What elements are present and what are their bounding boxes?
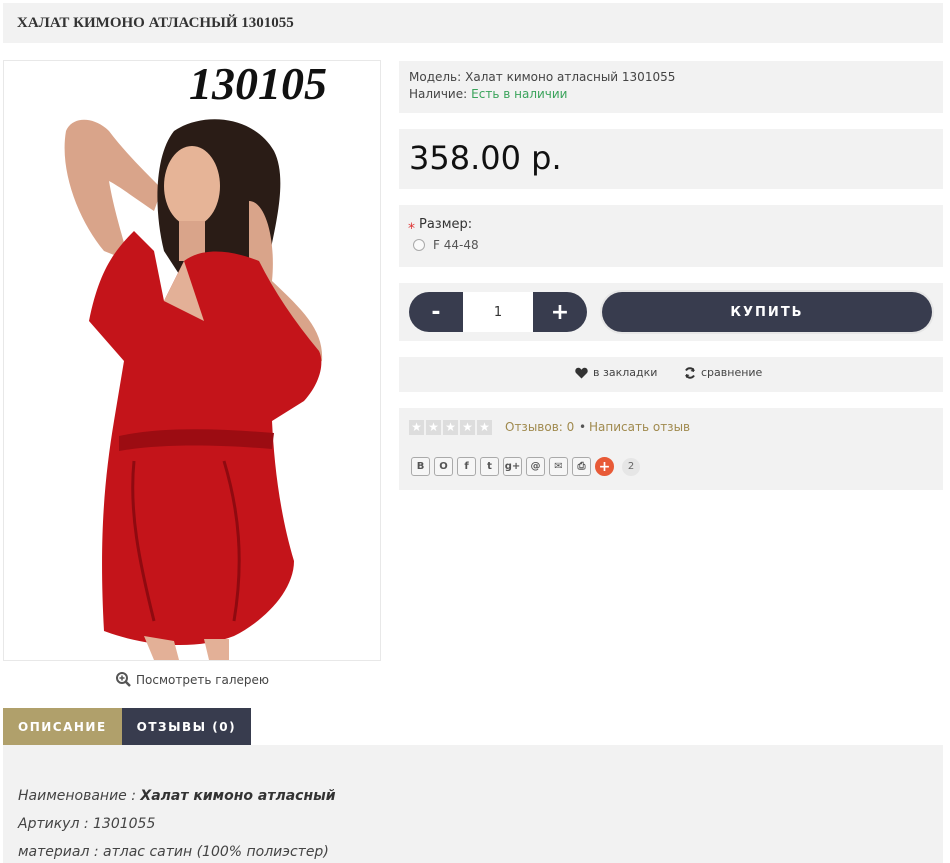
size-option-label: F 44-48 [433,238,479,252]
star-icon: ★ [426,420,441,435]
refresh-icon [685,366,695,379]
reviews-count-link[interactable]: Отзывов: 0 [505,420,574,434]
description-name-value: Халат кимоно атласный [140,788,336,804]
gallery-link[interactable]: Посмотреть галерею [116,672,269,687]
size-radio[interactable] [413,239,425,251]
write-review-link[interactable]: Написать отзыв [589,420,690,434]
product-image[interactable]: 130105 [3,60,381,661]
stock-label: Наличие: [409,87,468,101]
description-panel: Наименование : Халат кимоно атласный Арт… [3,745,943,863]
reviews-separator: • [579,420,587,434]
more-share-icon[interactable]: + [595,457,614,476]
size-option[interactable]: F 44-48 [413,238,479,252]
twitter-share-icon[interactable]: t [480,457,499,476]
image-caption: 130105 [189,61,327,109]
compare-label: сравнение [701,366,763,379]
star-icon: ★ [409,420,424,435]
quantity-decrease-button[interactable]: - [409,292,463,332]
price-box: 358.00 р. [399,129,943,189]
product-info: Модель: Халат кимоно атласный 1301055 Нал… [399,61,943,113]
page-title: ХАЛАТ КИМОНО АТЛАСНЫЙ 1301055 [17,15,294,31]
add-to-compare[interactable]: сравнение [684,366,762,379]
star-icon: ★ [477,420,492,435]
model-label: Модель: [409,70,462,84]
heart-icon [575,367,588,378]
facebook-share-icon[interactable]: f [457,457,476,476]
zoom-icon [116,672,131,687]
wishlist-compare-bar: в закладки сравнение [399,357,943,392]
buy-box: - + КУПИТЬ [399,283,943,341]
star-icon: ★ [460,420,475,435]
odnoklassniki-share-icon[interactable]: О [434,457,453,476]
stock-row: Наличие: Есть в наличии [409,86,933,103]
share-buttons: В О f t g+ @ ✉ ⎙ + 2 [411,457,640,476]
mail-ru-share-icon[interactable]: @ [526,457,545,476]
model-value: Халат кимоно атласный 1301055 [465,70,676,84]
description-name-line: Наименование : Халат кимоно атласный [18,788,336,804]
add-to-bookmarks[interactable]: в закладки [575,366,657,379]
product-photo-illustration: 130105 [4,61,380,660]
google-plus-share-icon[interactable]: g+ [503,457,522,476]
tab-reviews[interactable]: ОТЗЫВЫ (0) [121,708,252,745]
description-name-label: Наименование : [18,788,141,804]
vk-share-icon[interactable]: В [411,457,430,476]
stock-status: Есть в наличии [471,87,568,101]
quantity-increase-button[interactable]: + [533,292,587,332]
product-price: 358.00 р. [409,139,562,177]
rating-stars: ★ ★ ★ ★ ★ [409,420,492,435]
required-marker: * [408,221,415,237]
title-bar: ХАЛАТ КИМОНО АТЛАСНЫЙ 1301055 [3,3,943,43]
product-tabs: ОПИСАНИЕ ОТЗЫВЫ (0) [3,708,252,745]
reviews-share-box: ★ ★ ★ ★ ★ Отзывов: 0 • Написать отзыв В … [399,408,943,490]
star-icon: ★ [443,420,458,435]
size-selector: * Размер: F 44-48 [399,205,943,267]
share-count-badge: 2 [622,457,640,476]
buy-button[interactable]: КУПИТЬ [602,292,932,332]
print-icon[interactable]: ⎙ [572,457,591,476]
bookmark-label: в закладки [593,366,658,379]
description-material-line: материал : атлас сатин (100% полиэстер) [18,844,329,860]
size-label: Размер: [419,217,473,232]
model-row: Модель: Халат кимоно атласный 1301055 [409,69,933,86]
description-sku-line: Артикул : 1301055 [18,816,156,832]
quantity-input[interactable] [463,292,533,332]
gallery-link-label: Посмотреть галерею [136,672,270,687]
tab-description[interactable]: ОПИСАНИЕ [3,708,122,745]
email-share-icon[interactable]: ✉ [549,457,568,476]
